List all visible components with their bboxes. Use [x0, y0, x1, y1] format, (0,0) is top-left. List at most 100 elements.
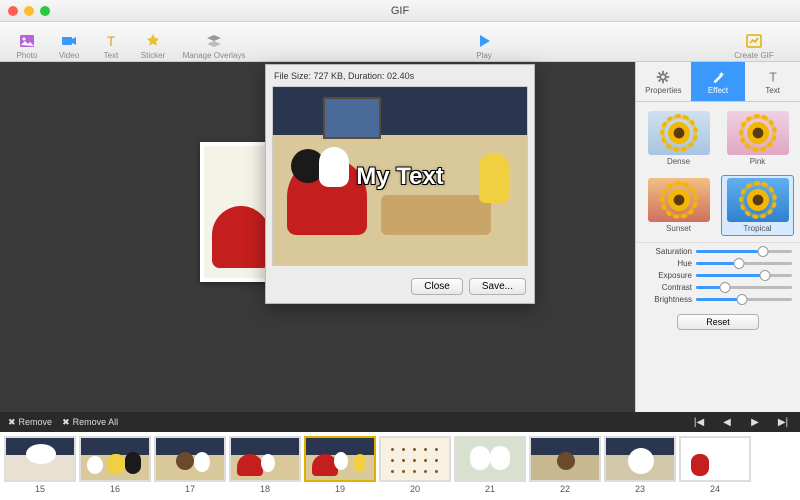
effect-tropical[interactable]: Tropical — [721, 175, 794, 236]
tool-label: Play — [476, 51, 492, 60]
sticker-icon — [144, 32, 162, 50]
last-frame-button[interactable]: ▶| — [774, 415, 792, 429]
timeline-frame-18[interactable]: 18 — [229, 436, 301, 494]
slider-label: Exposure — [644, 271, 692, 280]
canvas-area[interactable]: File Size: 727 KB, Duration: 02.40s My T… — [0, 62, 635, 412]
frame-thumbnail — [454, 436, 526, 482]
video-icon — [60, 32, 78, 50]
wand-icon — [710, 69, 726, 85]
frame-number: 23 — [635, 484, 645, 494]
effect-label: Tropical — [743, 224, 771, 233]
effect-swatch — [648, 111, 710, 155]
frame-thumbnail — [229, 436, 301, 482]
effect-swatch — [727, 111, 789, 155]
timeline[interactable]: 15 16 17 1819 20 21 22 23 24 — [0, 432, 800, 500]
frame-thumbnail — [4, 436, 76, 482]
frame-thumbnail — [79, 436, 151, 482]
slider-thumb[interactable] — [758, 246, 769, 257]
gear-icon — [655, 69, 671, 85]
sunflower-icon — [665, 119, 693, 147]
effect-label: Pink — [750, 157, 766, 166]
save-button[interactable]: Save... — [469, 278, 526, 295]
text-tool[interactable]: TText — [92, 24, 130, 60]
brightness-slider[interactable] — [696, 298, 792, 301]
exposure-slider[interactable] — [696, 274, 792, 277]
tab-label: Properties — [645, 86, 681, 95]
slider-label: Saturation — [644, 247, 692, 256]
timeline-frame-23[interactable]: 23 — [604, 436, 676, 494]
slider-label: Contrast — [644, 283, 692, 292]
effect-dense[interactable]: Dense — [642, 108, 715, 169]
effects-grid: Dense Pink Sunset Tropical — [636, 102, 800, 242]
remove-all-frames-button[interactable]: ✖ Remove All — [62, 417, 118, 428]
side-panel: Properties EffectTText Dense Pink Sunset Tro… — [635, 62, 800, 412]
slider-thumb[interactable] — [737, 294, 748, 305]
remove-all-icon: ✖ — [62, 417, 70, 428]
photo-icon — [18, 32, 36, 50]
tool-label: Create GIF — [734, 51, 774, 60]
sunflower-icon — [744, 119, 772, 147]
slider-label: Brightness — [644, 295, 692, 304]
manage-overlays-tool[interactable]: Manage Overlays — [176, 24, 252, 60]
photo-tool[interactable]: Photo — [8, 24, 46, 60]
create-icon — [745, 32, 763, 50]
video-tool[interactable]: Video — [50, 24, 88, 60]
close-button[interactable]: Close — [411, 278, 463, 295]
timeline-frame-17[interactable]: 17 — [154, 436, 226, 494]
frame-thumbnail — [679, 436, 751, 482]
contrast-slider[interactable] — [696, 286, 792, 289]
slider-thumb[interactable] — [734, 258, 745, 269]
first-frame-button[interactable]: |◀ — [690, 415, 708, 429]
frame-number: 15 — [35, 484, 45, 494]
slider-thumb[interactable] — [719, 282, 730, 293]
frame-thumbnail — [154, 436, 226, 482]
play-tool[interactable]: Play — [465, 24, 503, 60]
timeline-frame-16[interactable]: 16 — [79, 436, 151, 494]
effect-tab[interactable]: Effect — [691, 62, 746, 101]
properties-tab[interactable]: Properties — [636, 62, 691, 101]
timeline-frame-20[interactable]: 20 — [379, 436, 451, 494]
hue-slider-row: Hue — [644, 259, 792, 268]
tool-label: Manage Overlays — [183, 51, 246, 60]
effect-sunset[interactable]: Sunset — [642, 175, 715, 236]
saturation-slider[interactable] — [696, 250, 792, 253]
main-toolbar: PhotoVideoTTextStickerManage Overlays Pl… — [0, 22, 800, 62]
frame-number: 20 — [410, 484, 420, 494]
hue-slider[interactable] — [696, 262, 792, 265]
text-icon: T — [102, 32, 120, 50]
layers-icon — [205, 32, 223, 50]
frame-number: 16 — [110, 484, 120, 494]
overlay-text[interactable]: My Text — [273, 163, 527, 191]
timeline-frame-19[interactable]: 19 — [304, 436, 376, 494]
exposure-slider-row: Exposure — [644, 271, 792, 280]
create-gif-tool[interactable]: Create GIF — [716, 24, 792, 60]
effect-swatch — [727, 178, 789, 222]
play-icon — [475, 32, 493, 50]
preview-info-label: File Size: 727 KB, Duration: 02.40s — [266, 65, 534, 84]
tool-label: Text — [104, 51, 119, 60]
next-frame-button[interactable]: ▶ — [746, 415, 764, 429]
contrast-slider-row: Contrast — [644, 283, 792, 292]
timeline-frame-21[interactable]: 21 — [454, 436, 526, 494]
remove-icon: ✖ — [8, 417, 16, 428]
window-title: GIF — [0, 5, 800, 17]
effect-pink[interactable]: Pink — [721, 108, 794, 169]
slider-label: Hue — [644, 259, 692, 268]
frame-number: 17 — [185, 484, 195, 494]
sunflower-icon — [744, 186, 772, 214]
timeline-frame-22[interactable]: 22 — [529, 436, 601, 494]
text-tab[interactable]: TText — [745, 62, 800, 101]
brightness-slider-row: Brightness — [644, 295, 792, 304]
slider-thumb[interactable] — [760, 270, 771, 281]
timeline-frame-24[interactable]: 24 — [679, 436, 751, 494]
timeline-frame-15[interactable]: 15 — [4, 436, 76, 494]
reset-button[interactable]: Reset — [677, 314, 759, 330]
prev-frame-button[interactable]: ◀ — [718, 415, 736, 429]
frame-thumbnail — [529, 436, 601, 482]
frame-number: 22 — [560, 484, 570, 494]
frame-thumbnail — [304, 436, 376, 482]
frame-thumbnail — [604, 436, 676, 482]
remove-frame-button[interactable]: ✖ Remove — [8, 417, 52, 428]
tool-label: Video — [59, 51, 79, 60]
sticker-tool[interactable]: Sticker — [134, 24, 172, 60]
